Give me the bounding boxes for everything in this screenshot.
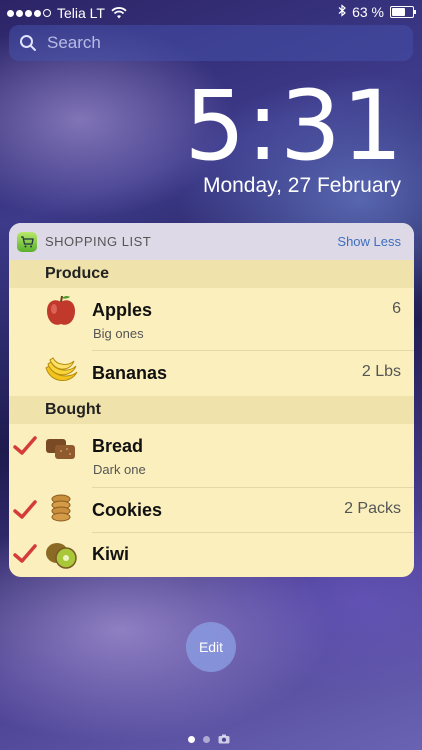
banana-icon xyxy=(45,357,78,381)
cookies-icon xyxy=(51,494,71,522)
item-note: Big ones xyxy=(93,326,144,341)
bread-icon xyxy=(46,439,75,459)
apple-icon xyxy=(47,295,75,325)
list-item-cookies[interactable]: Cookies 2 Packs xyxy=(9,488,414,533)
bluetooth-icon xyxy=(338,4,346,20)
battery-icon xyxy=(390,6,416,18)
section-header-produce: Produce xyxy=(9,260,414,288)
carrier-name: Telia LT xyxy=(57,5,105,21)
item-name: Cookies xyxy=(92,500,163,520)
page-indicator[interactable] xyxy=(188,734,230,744)
list-item-bananas[interactable]: Bananas 2 Lbs xyxy=(9,351,414,396)
status-bar: Telia LT 63 % xyxy=(0,0,422,26)
signal-strength-icon xyxy=(7,9,51,17)
search-input[interactable]: Search xyxy=(47,33,101,53)
section-header-bought: Bought xyxy=(9,396,414,424)
page-dot xyxy=(188,735,195,743)
list-item-apples[interactable]: Apples Big ones 6 xyxy=(9,288,414,351)
checkmark-icon xyxy=(13,436,37,455)
item-name: Bananas xyxy=(92,363,168,383)
edit-button[interactable]: Edit xyxy=(186,622,236,672)
shopping-list-widget: SHOPPING LIST Show Less Produce Apples B… xyxy=(9,223,414,577)
widget-title: SHOPPING LIST xyxy=(45,234,152,249)
item-note: Dark one xyxy=(93,462,146,477)
checkmark-icon xyxy=(13,500,37,519)
lockscreen-date: Monday, 27 February xyxy=(202,174,401,197)
kiwi-icon xyxy=(46,543,77,569)
wifi-icon xyxy=(111,7,127,19)
item-quantity: 2 Lbs xyxy=(361,363,401,380)
show-less-button[interactable]: Show Less xyxy=(337,234,401,249)
page-dot xyxy=(203,735,210,743)
item-name: Bread xyxy=(92,436,144,456)
widget-header: SHOPPING LIST Show Less xyxy=(9,223,414,260)
item-quantity: 6 xyxy=(392,300,401,317)
item-name: Kiwi xyxy=(92,544,130,564)
item-quantity: 2 Packs xyxy=(344,500,401,517)
search-icon xyxy=(20,35,36,51)
battery-percentage: 63 % xyxy=(352,4,384,20)
list-item-bread[interactable]: Bread Dark one xyxy=(9,424,414,488)
item-name: Apples xyxy=(92,300,153,320)
battery-level-fill xyxy=(392,8,405,16)
list-item-kiwi[interactable]: Kiwi xyxy=(9,533,414,577)
lockscreen-time: 5:31 xyxy=(184,70,404,182)
shopping-cart-icon xyxy=(17,231,37,252)
checkmark-icon xyxy=(13,544,37,563)
search-bar[interactable]: Search xyxy=(9,25,413,61)
camera-icon[interactable] xyxy=(218,734,230,744)
